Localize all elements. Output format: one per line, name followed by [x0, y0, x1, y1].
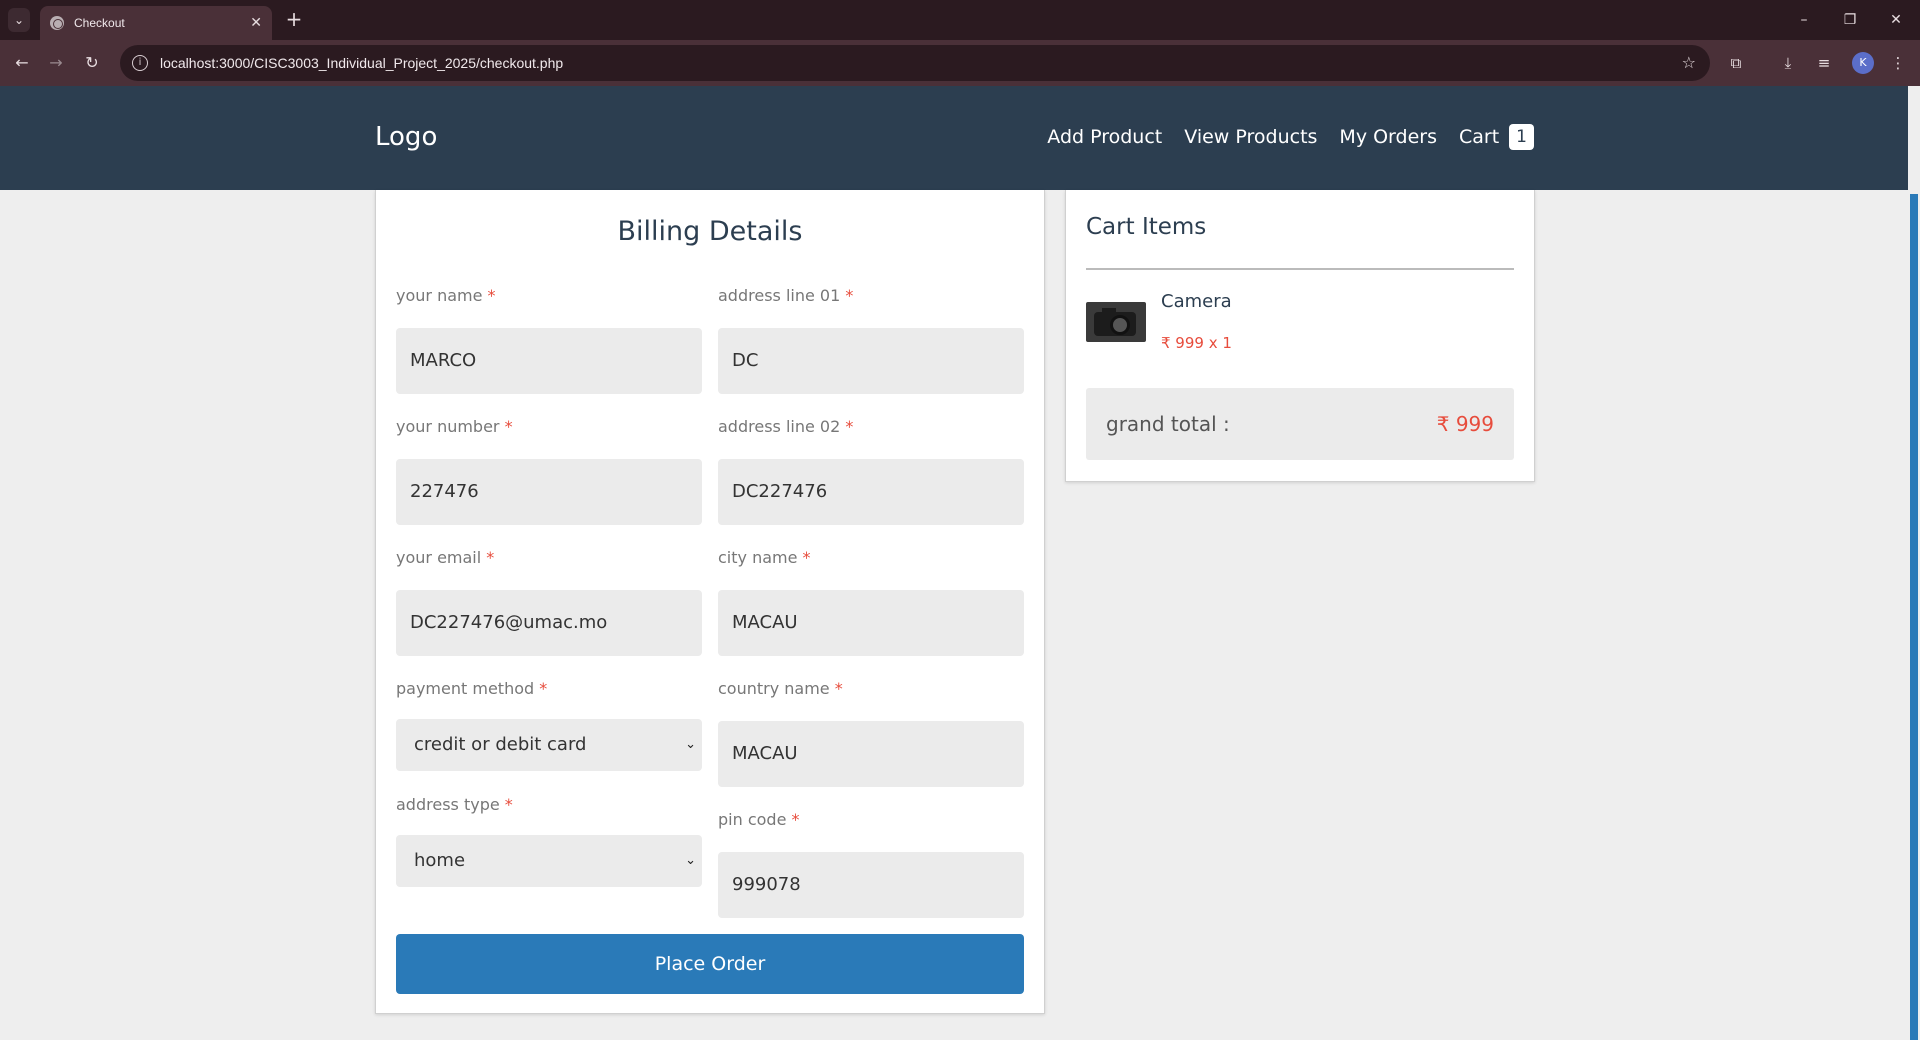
nav-view-products[interactable]: View Products [1184, 126, 1317, 148]
pin-label: pin code * [718, 810, 800, 829]
close-window-icon[interactable]: ✕ [1884, 8, 1908, 32]
site-info-icon[interactable]: i [132, 55, 148, 71]
billing-form: Billing Details your name * MARCO addres… [375, 190, 1045, 1014]
email-label: your email * [396, 548, 495, 567]
nav-my-orders[interactable]: My Orders [1339, 126, 1437, 148]
browser-toolbar: ← → ↻ i localhost:3000/CISC3003_Individu… [0, 40, 1920, 86]
url-text: localhost:3000/CISC3003_Individual_Proje… [160, 55, 564, 71]
email-input[interactable]: DC227476@umac.mo [396, 590, 702, 656]
cart-summary: Cart Items Camera ₹ 999 x 1 grand total … [1065, 190, 1535, 482]
chevron-down-icon: ⌄ [685, 737, 696, 752]
tab-search-icon[interactable]: ⌄ [8, 8, 30, 32]
place-order-button[interactable]: Place Order [396, 934, 1024, 994]
payment-label: payment method * [396, 679, 548, 698]
media-control-icon[interactable]: ≡ [1812, 51, 1836, 75]
grand-total-label: grand total : [1106, 412, 1230, 436]
country-input[interactable]: MACAU [718, 721, 1024, 787]
camera-thumbnail [1086, 302, 1146, 342]
nav-cart[interactable]: Cart 1 [1459, 124, 1534, 150]
pin-input[interactable]: 999078 [718, 852, 1024, 918]
tab-title: Checkout [74, 16, 125, 30]
profile-avatar[interactable]: K [1852, 52, 1874, 74]
main-nav: Add Product View Products My Orders Cart… [1047, 124, 1534, 150]
country-label: country name * [718, 679, 843, 698]
browser-tab[interactable]: Checkout ✕ [40, 6, 272, 40]
payment-field-group: payment method * credit or debit card ⌄ [396, 679, 702, 771]
address1-field-group: address line 01 * DC [718, 286, 1024, 394]
address-type-value: home [414, 850, 466, 871]
grand-total-box: grand total : ₹ 999 [1086, 388, 1514, 460]
browser-tab-bar: ⌄ Checkout ✕ + – ❐ ✕ [0, 0, 1920, 40]
payment-method-select[interactable]: credit or debit card ⌄ [396, 719, 702, 771]
cart-title: Cart Items [1086, 214, 1207, 240]
bookmark-star-icon[interactable]: ☆ [1682, 53, 1696, 72]
name-label: your name * [396, 286, 496, 305]
name-field-group: your name * MARCO [396, 286, 702, 394]
scrollbar-thumb[interactable] [1910, 194, 1918, 1040]
address2-field-group: address line 02 * DC227476 [718, 417, 1024, 525]
address2-label: address line 02 * [718, 417, 854, 436]
download-icon[interactable]: ⤓ [1776, 51, 1800, 75]
nav-cart-label: Cart [1459, 126, 1500, 148]
cart-divider [1086, 268, 1514, 270]
menu-kebab-icon[interactable]: ⋮ [1886, 51, 1910, 75]
city-label: city name * [718, 548, 811, 567]
payment-method-value: credit or debit card [414, 734, 587, 755]
page-scrollbar[interactable] [1908, 86, 1920, 1040]
number-label: your number * [396, 417, 513, 436]
billing-title: Billing Details [617, 216, 803, 247]
email-field-group: your email * DC227476@umac.mo [396, 548, 702, 656]
cart-item-price: ₹ 999 x 1 [1161, 334, 1232, 352]
address-type-select[interactable]: home ⌄ [396, 835, 702, 887]
close-tab-icon[interactable]: ✕ [250, 15, 262, 31]
pin-field-group: pin code * 999078 [718, 810, 1024, 918]
cart-count-badge: 1 [1509, 124, 1534, 150]
grand-total-value: ₹ 999 [1436, 412, 1494, 436]
minimize-icon[interactable]: – [1792, 8, 1816, 32]
number-input[interactable]: 227476 [396, 459, 702, 525]
address1-input[interactable]: DC [718, 328, 1024, 394]
city-input[interactable]: MACAU [718, 590, 1024, 656]
logo[interactable]: Logo [375, 122, 437, 152]
extensions-icon[interactable]: ⧉ [1724, 51, 1748, 75]
number-field-group: your number * 227476 [396, 417, 702, 525]
cart-item-name: Camera [1161, 291, 1232, 312]
site-header: Logo Add Product View Products My Orders… [0, 86, 1908, 190]
globe-icon [50, 16, 64, 30]
chevron-down-icon: ⌄ [685, 853, 696, 868]
name-input[interactable]: MARCO [396, 328, 702, 394]
address-type-field-group: address type * home ⌄ [396, 795, 702, 887]
country-field-group: country name * MACAU [718, 679, 1024, 787]
address1-label: address line 01 * [718, 286, 854, 305]
restore-icon[interactable]: ❐ [1838, 8, 1862, 32]
address-bar[interactable]: i localhost:3000/CISC3003_Individual_Pro… [120, 45, 1710, 81]
address-type-label: address type * [396, 795, 513, 814]
back-icon[interactable]: ← [10, 51, 34, 75]
forward-icon[interactable]: → [44, 51, 68, 75]
new-tab-icon[interactable]: + [282, 8, 306, 32]
address2-input[interactable]: DC227476 [718, 459, 1024, 525]
nav-add-product[interactable]: Add Product [1047, 126, 1162, 148]
reload-icon[interactable]: ↻ [80, 51, 104, 75]
city-field-group: city name * MACAU [718, 548, 1024, 656]
